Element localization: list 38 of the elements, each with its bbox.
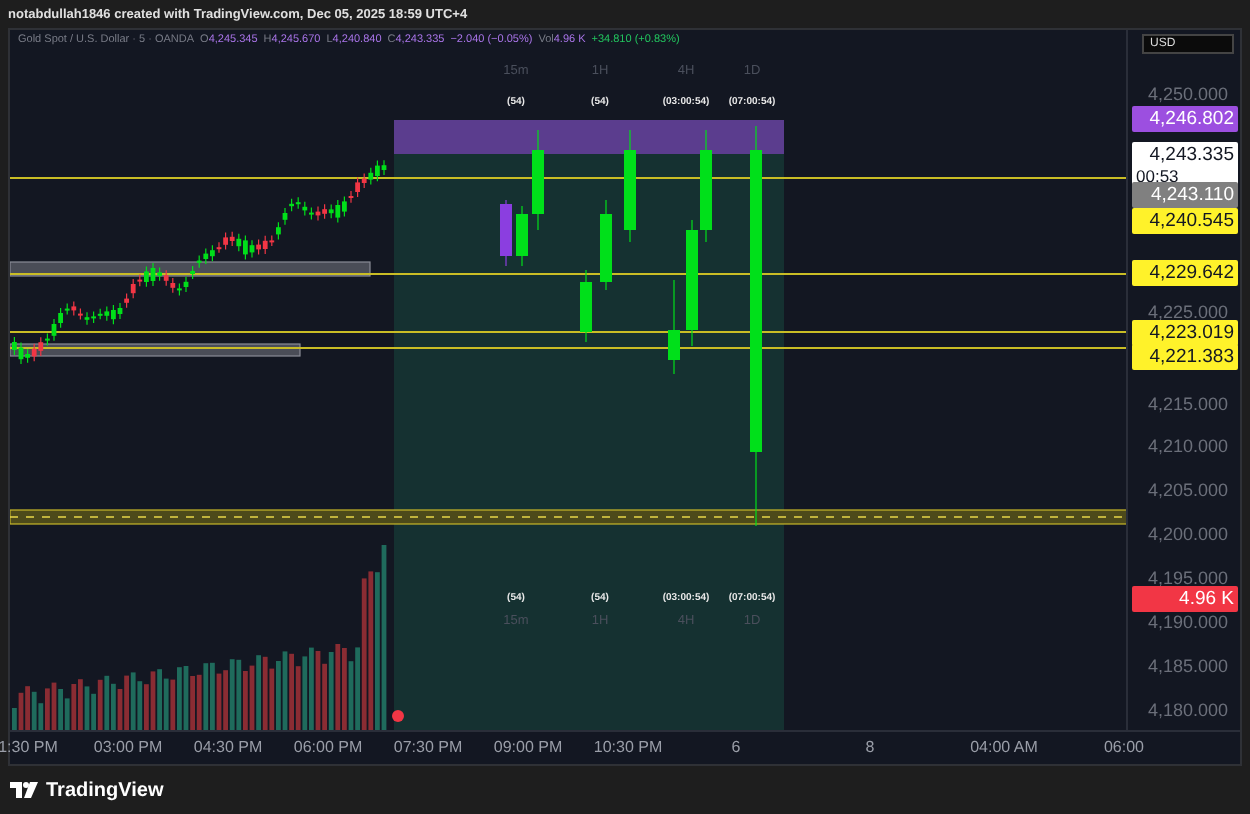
time-label: 04:00 AM bbox=[970, 738, 1038, 756]
time-label: 1:30 PM bbox=[0, 738, 58, 756]
time-label: 06:00 bbox=[1103, 738, 1145, 756]
time-label: 04:30 PM bbox=[193, 738, 263, 756]
candle bbox=[668, 279, 680, 375]
time-label: 10:30 PM bbox=[593, 738, 663, 756]
time-label: 07:30 PM bbox=[393, 738, 463, 756]
price-tick: 4,225.000 bbox=[1147, 302, 1228, 322]
price-label: 4.96 K bbox=[1132, 586, 1238, 612]
time-label: 8 bbox=[865, 738, 875, 756]
price-tick: 4,210.000 bbox=[1147, 436, 1228, 456]
time-label: 03:00 PM bbox=[93, 738, 163, 756]
candle bbox=[580, 269, 592, 343]
marker-icon bbox=[392, 710, 404, 722]
price-tick: 4,200.000 bbox=[1147, 524, 1228, 544]
time-label: 6 bbox=[731, 738, 741, 756]
price-label: 4,246.802 bbox=[1132, 106, 1238, 132]
logo-icon bbox=[10, 782, 38, 798]
price-tick: 4,205.000 bbox=[1147, 480, 1228, 500]
candle bbox=[624, 129, 636, 243]
time-label: 09:00 PM bbox=[493, 738, 563, 756]
price-label: 4,221.383 bbox=[1132, 344, 1238, 370]
time-label: 06:00 PM bbox=[293, 738, 363, 756]
price-label: 4,240.545 bbox=[1132, 208, 1238, 234]
candle bbox=[516, 205, 528, 267]
price-label: 4,243.110 bbox=[1132, 182, 1238, 208]
price-tick: 4,195.000 bbox=[1147, 568, 1228, 588]
price-label: 4,229.642 bbox=[1132, 260, 1238, 286]
candle bbox=[500, 199, 512, 267]
price-tick: 4,190.000 bbox=[1147, 612, 1228, 632]
price-label: 4,223.019 bbox=[1132, 320, 1238, 346]
candle bbox=[532, 129, 544, 231]
price-tick: 4,185.000 bbox=[1147, 656, 1228, 676]
price-tick: 4,215.000 bbox=[1147, 394, 1228, 414]
candle bbox=[600, 199, 612, 291]
price-tick: 4,250.000 bbox=[1147, 84, 1228, 104]
price-tick: 4,180.000 bbox=[1147, 700, 1228, 720]
brand-name: TradingView bbox=[46, 779, 164, 801]
